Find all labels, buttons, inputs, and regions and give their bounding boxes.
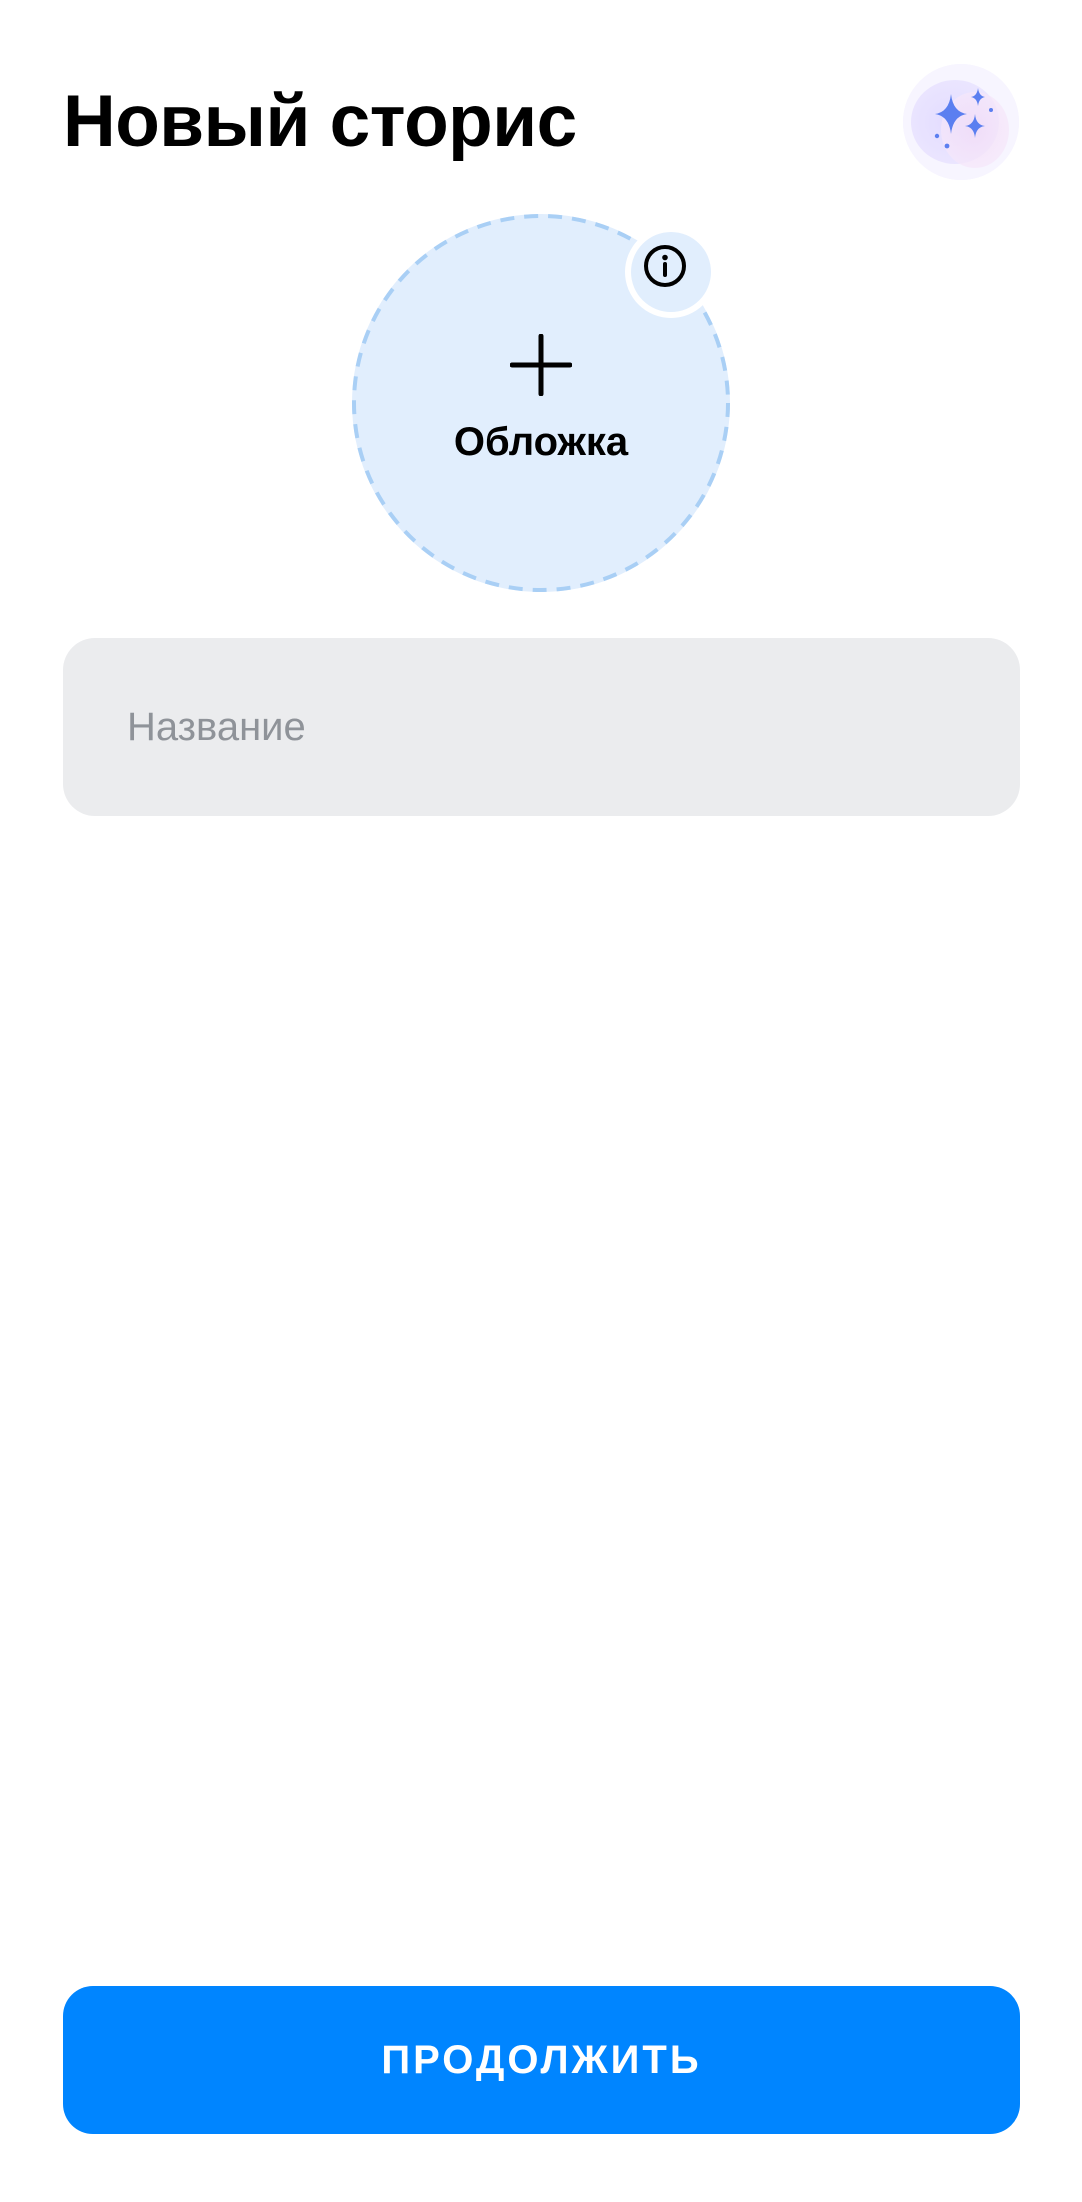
name-field — [63, 638, 1020, 816]
cover-info-button[interactable] — [625, 226, 717, 318]
cover-label: Обложка — [453, 420, 629, 464]
sparkles-icon — [903, 64, 1019, 180]
info-icon — [644, 245, 686, 287]
header: Новый сторис — [63, 64, 1019, 180]
cover-picker: Обложка — [352, 214, 730, 592]
name-input[interactable] — [127, 638, 987, 816]
page-title: Новый сторис — [63, 81, 577, 162]
ai-generate-button[interactable] — [903, 64, 1019, 180]
plus-icon — [510, 334, 572, 396]
continue-button[interactable]: ПРОДОЛЖИТЬ — [63, 1986, 1020, 2134]
